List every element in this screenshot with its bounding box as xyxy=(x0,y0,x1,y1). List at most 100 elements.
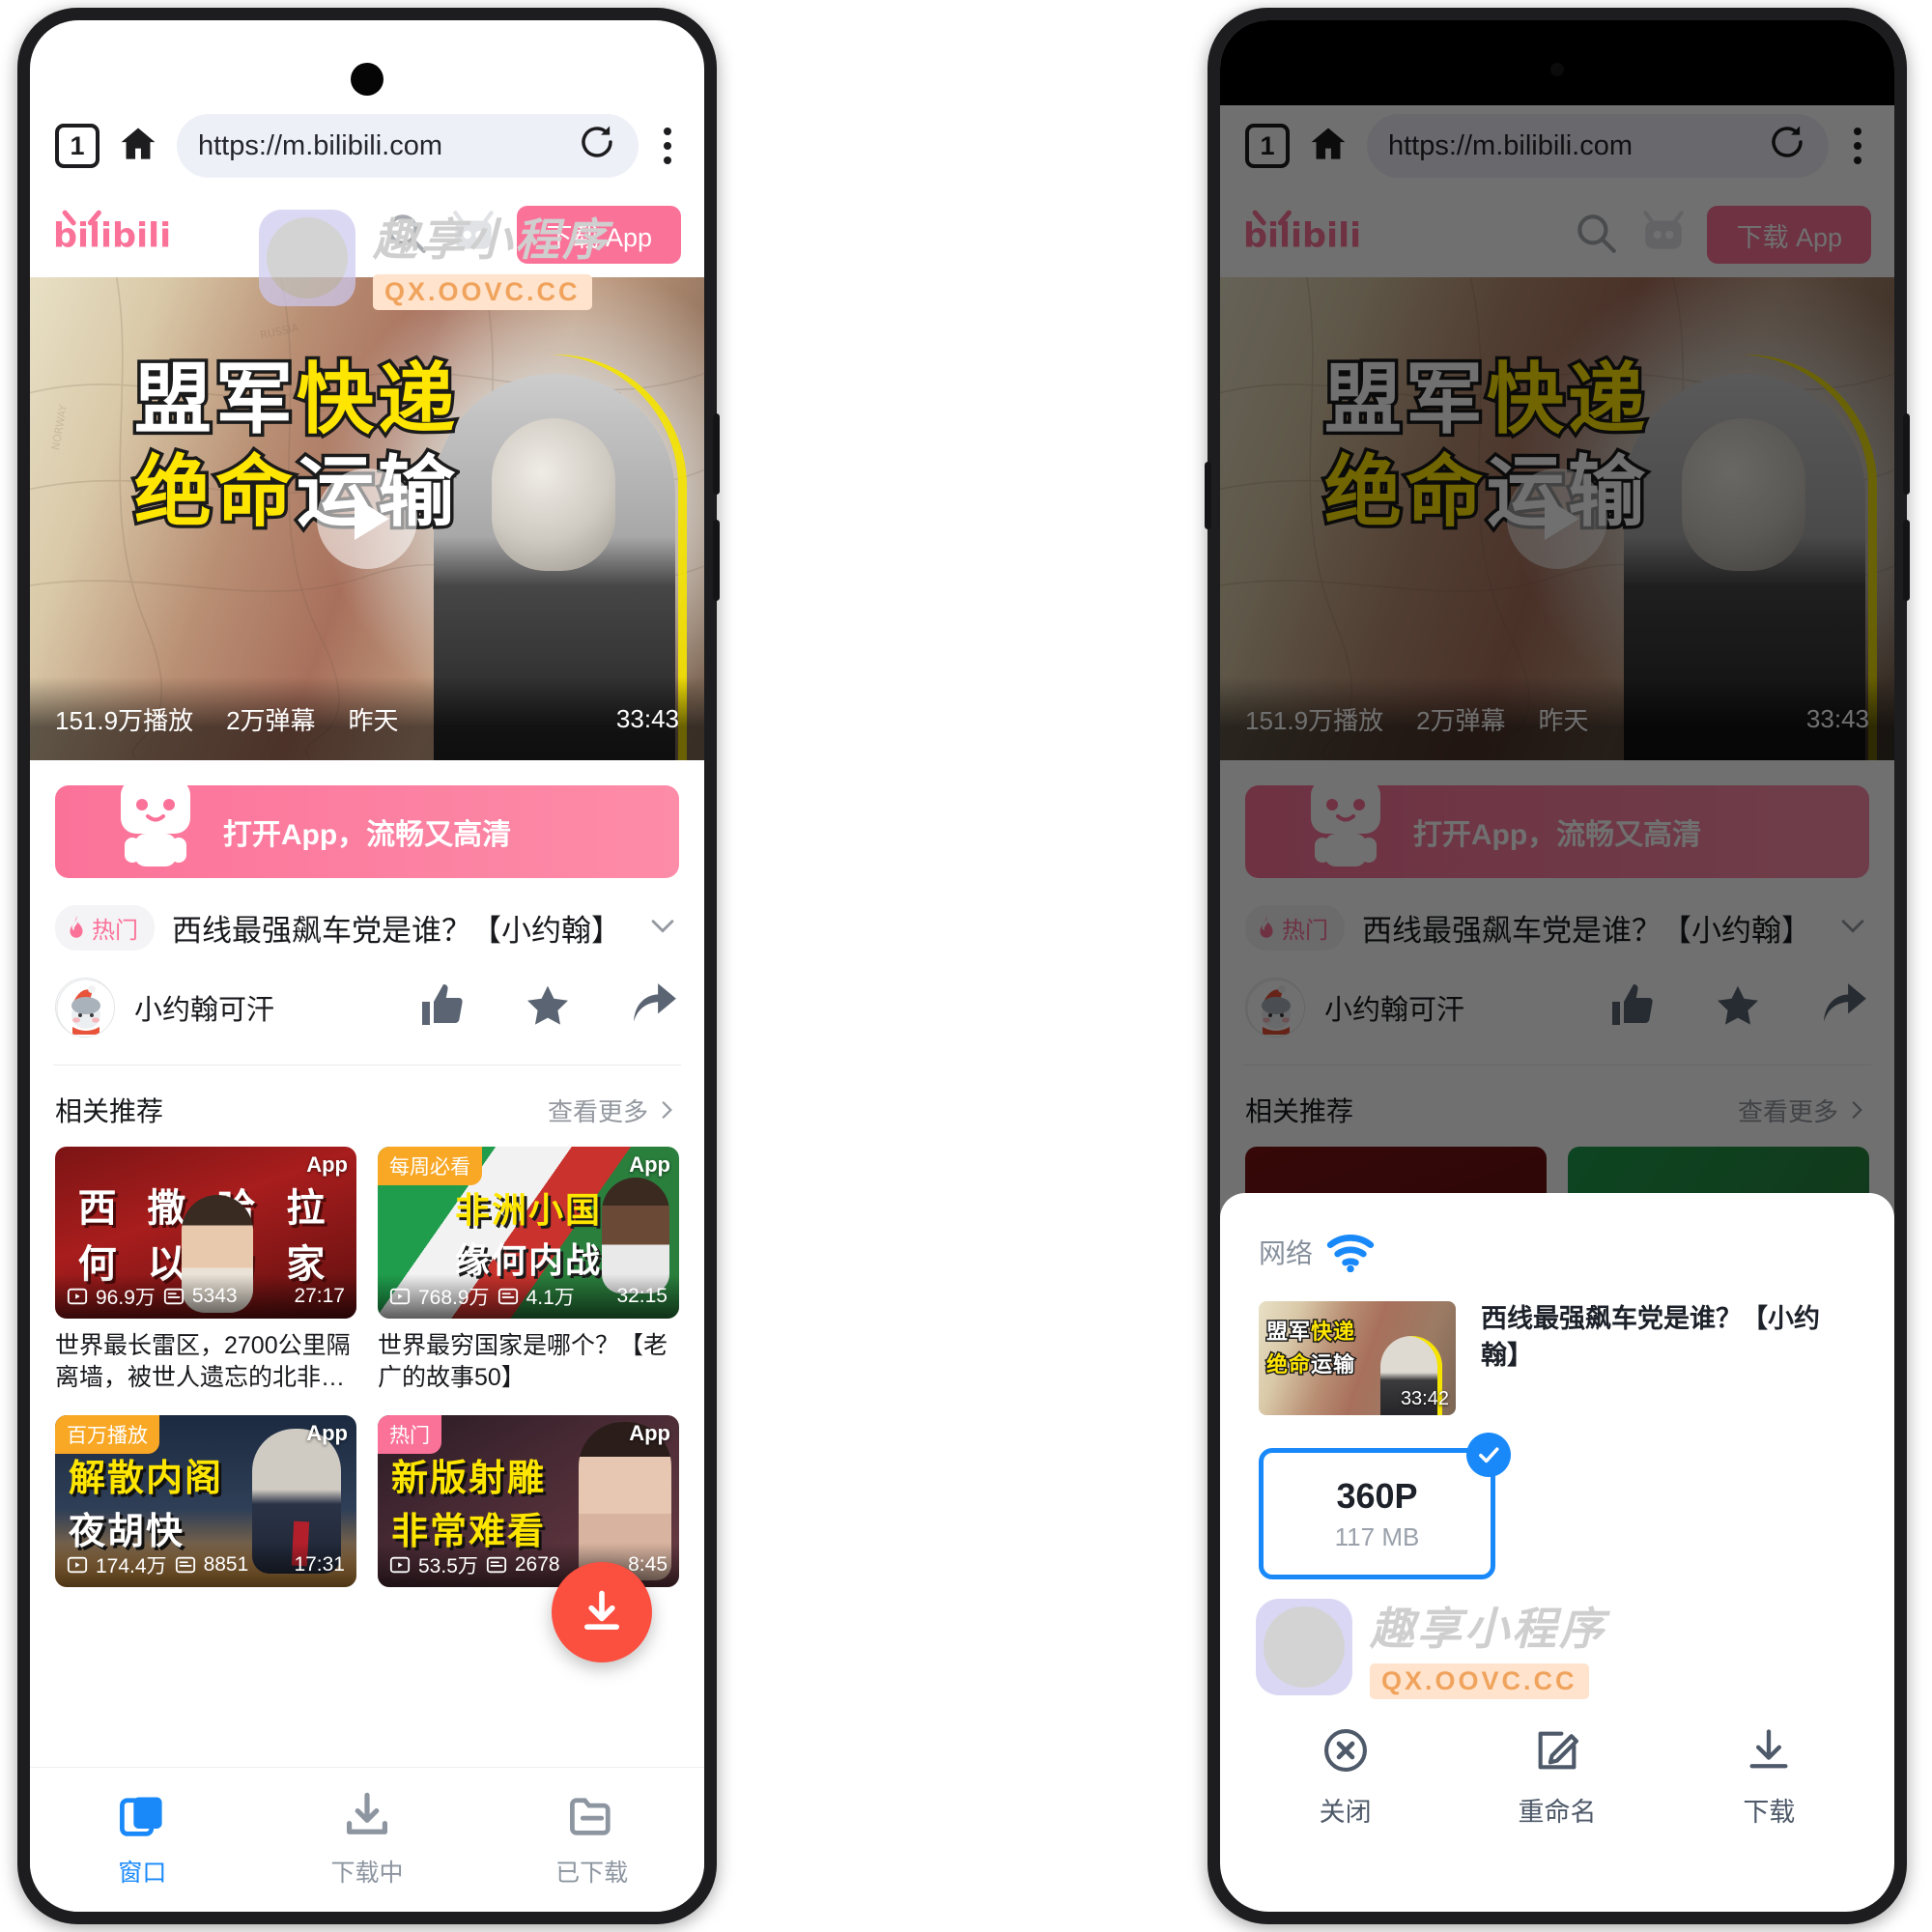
related-card[interactable]: 非洲小国 缘何内战 每周必看 App 768.9万 4.1万 32:15 世界最… xyxy=(378,1147,679,1394)
danmaku-count: 2万弹幕 xyxy=(226,705,316,735)
danmaku-icon xyxy=(497,1288,518,1305)
star-icon[interactable] xyxy=(525,982,571,1034)
network-row: 网络 xyxy=(1220,1193,1894,1272)
bilibili-site-header: bilibili 下载 App xyxy=(30,192,704,277)
phone-right-screen: 1 https://m.bilibili.com xyxy=(1220,20,1894,1912)
play-count-icon xyxy=(67,1288,88,1305)
screenshot-stage: 1 https://m.bilibili.com bilibili 下载 App… xyxy=(0,0,1932,1932)
sheet-action-label: 关闭 xyxy=(1319,1798,1372,1827)
download-app-button[interactable]: 下载 App xyxy=(517,206,681,264)
download-item-row: 盟军快递 绝命运输 33:42 西线最强飙车党是谁？【小约翰】 xyxy=(1220,1272,1894,1415)
app-tag: App xyxy=(629,1421,670,1445)
app-tag: App xyxy=(306,1421,348,1445)
open-app-label: 打开App，流畅又高清 xyxy=(222,819,512,851)
card-views: 768.9万 xyxy=(418,1287,490,1309)
upload-date: 昨天 xyxy=(348,705,399,735)
video-title: 西线最强飙车党是谁？【小约翰】 xyxy=(172,914,621,948)
open-app-banner[interactable]: 打开App，流畅又高清 xyxy=(55,767,679,878)
author-name[interactable]: 小约翰可汗 xyxy=(134,987,274,1028)
card-danmaku: 2678 xyxy=(514,1553,560,1576)
nav-label: 已下载 xyxy=(555,1860,629,1887)
card-thumb-text-1: 解散内阁 xyxy=(69,1457,224,1499)
power-button[interactable] xyxy=(1205,462,1211,529)
bottom-navigation: 窗口 下载中 已下载 xyxy=(30,1767,704,1912)
related-heading: 相关推荐 xyxy=(55,1096,164,1126)
volume-down-button[interactable] xyxy=(1903,520,1910,601)
quality-option-360p[interactable]: 360P 117 MB xyxy=(1259,1433,1511,1579)
tab-count-label: 1 xyxy=(70,130,85,160)
card-meta: 768.9万 4.1万 32:15 xyxy=(378,1274,679,1319)
video-actions xyxy=(418,981,679,1035)
kebab-menu-icon[interactable] xyxy=(656,128,679,164)
related-grid: 西 撒 哈 拉 何 以 为 家 App 96.9万 5343 27:17 xyxy=(30,1147,704,1599)
reload-icon[interactable] xyxy=(577,122,617,170)
related-card[interactable]: 解散内阁 夜胡快 百万播放 App 174.4万 8851 17:31 xyxy=(55,1415,356,1599)
nav-item-windows[interactable]: 窗口 xyxy=(30,1768,255,1912)
soldier-head xyxy=(492,418,615,571)
danmaku-icon xyxy=(175,1556,195,1574)
sheet-action-bar: 关闭 重命名 下载 xyxy=(1220,1725,1894,1912)
card-thumbnail[interactable]: 解散内阁 夜胡快 百万播放 App 174.4万 8851 17:31 xyxy=(55,1415,356,1587)
card-duration: 32:15 xyxy=(616,1285,668,1307)
quality-size: 117 MB xyxy=(1334,1521,1420,1551)
danmaku-icon xyxy=(486,1556,506,1574)
nav-item-downloaded[interactable]: 已下载 xyxy=(479,1768,704,1912)
app-tag: App xyxy=(306,1152,348,1177)
play-count-icon xyxy=(389,1288,411,1305)
volume-down-button[interactable] xyxy=(713,520,720,601)
download-fab-button[interactable] xyxy=(552,1562,652,1662)
video-title-row[interactable]: 热门 西线最强飙车党是谁？【小约翰】 xyxy=(30,878,704,960)
wifi-icon xyxy=(1326,1235,1375,1272)
chevron-down-icon[interactable] xyxy=(646,909,679,947)
card-duration: 17:31 xyxy=(294,1553,345,1576)
svg-text:NORWAY: NORWAY xyxy=(49,404,70,451)
home-icon[interactable] xyxy=(117,123,159,170)
play-button-icon[interactable] xyxy=(317,469,417,569)
card-badge: 百万播放 xyxy=(55,1415,159,1454)
play-count-icon xyxy=(67,1556,88,1574)
card-title: 世界最穷国家是哪个？【老广的故事50】 xyxy=(378,1332,668,1391)
card-danmaku: 8851 xyxy=(203,1553,249,1576)
view-more-button[interactable]: 查看更多 xyxy=(548,1093,679,1128)
card-duration: 27:17 xyxy=(294,1285,345,1307)
quality-name: 360P xyxy=(1336,1475,1418,1516)
bilibili-logo[interactable]: bilibili xyxy=(53,208,222,262)
user-avatar-icon[interactable] xyxy=(449,209,501,261)
hot-badge-label: 热门 xyxy=(92,918,138,944)
app-tag: App xyxy=(629,1152,670,1177)
sheet-action-close[interactable]: 关闭 xyxy=(1239,1725,1451,1829)
video-duration: 33:43 xyxy=(615,703,679,733)
video-player[interactable]: RUSSIA UKRAINE SWEDEN GEORGIA AUSTRIA NO… xyxy=(30,277,704,760)
card-thumb-text-1: 非洲小国 xyxy=(454,1191,602,1231)
card-thumbnail[interactable]: 新版射雕 非常难看 热门 App 53.5万 2678 8:45 xyxy=(378,1415,679,1587)
network-label: 网络 xyxy=(1259,1238,1314,1268)
play-count: 151.9万播放 xyxy=(55,705,194,735)
card-danmaku: 5343 xyxy=(191,1285,238,1307)
sheet-video-title: 西线最强飙车党是谁？【小约翰】 xyxy=(1481,1304,1820,1370)
play-count-icon xyxy=(389,1556,411,1574)
volume-up-button[interactable] xyxy=(1903,413,1910,495)
card-thumbnail[interactable]: 西 撒 哈 拉 何 以 为 家 App 96.9万 5343 27:17 xyxy=(55,1147,356,1319)
sheet-action-label: 下载 xyxy=(1743,1798,1796,1827)
thumbs-up-icon[interactable] xyxy=(418,982,465,1034)
volume-up-button[interactable] xyxy=(713,413,720,495)
chevron-right-icon xyxy=(662,1101,672,1119)
share-arrow-icon[interactable] xyxy=(631,981,679,1035)
download-bottom-sheet: 网络 盟军快递 绝命运输 33:42 西线最强飙车党是谁？【小约翰】 360P … xyxy=(1220,1193,1894,1912)
card-thumbnail[interactable]: 非洲小国 缘何内战 每周必看 App 768.9万 4.1万 32:15 xyxy=(378,1147,679,1319)
avatar[interactable] xyxy=(55,978,115,1037)
tab-count-button[interactable]: 1 xyxy=(55,124,99,168)
related-card[interactable]: 新版射雕 非常难看 热门 App 53.5万 2678 8:45 xyxy=(378,1415,679,1599)
sheet-action-rename[interactable]: 重命名 xyxy=(1451,1725,1662,1829)
browser-toolbar: 1 https://m.bilibili.com xyxy=(30,99,704,192)
related-header: 相关推荐 查看更多 xyxy=(30,1065,704,1147)
phone-left-screen: 1 https://m.bilibili.com bilibili 下载 App… xyxy=(30,20,704,1912)
search-icon[interactable] xyxy=(382,209,434,261)
nav-item-downloading[interactable]: 下载中 xyxy=(255,1768,480,1912)
sheet-video-duration: 33:42 xyxy=(1400,1388,1449,1409)
sheet-video-thumbnail: 盟军快递 绝命运输 33:42 xyxy=(1259,1301,1456,1415)
related-card[interactable]: 西 撒 哈 拉 何 以 为 家 App 96.9万 5343 27:17 xyxy=(55,1147,356,1394)
front-camera-punch-hole xyxy=(1550,63,1564,76)
address-bar[interactable]: https://m.bilibili.com xyxy=(177,114,639,178)
sheet-action-download[interactable]: 下载 xyxy=(1663,1725,1875,1829)
